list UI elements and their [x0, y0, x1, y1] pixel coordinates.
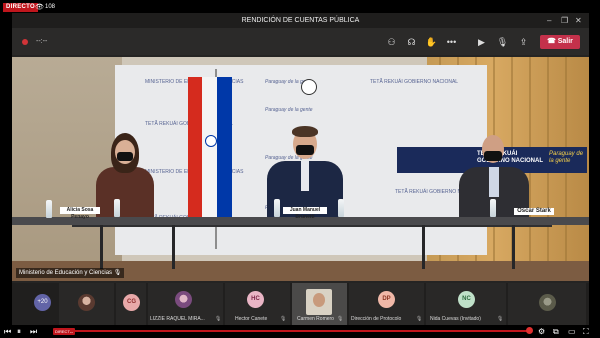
- mic-off-icon[interactable]: 🎙: [496, 36, 509, 48]
- participant-name: LIZZIE RAQUEL MIRA...: [150, 316, 205, 322]
- face-mask: [117, 152, 133, 161]
- face-mask: [484, 151, 502, 161]
- participant-name: Hector Canete: [235, 316, 268, 322]
- more-participants-badge[interactable]: +20: [34, 294, 51, 311]
- camera-off-icon[interactable]: ▶: [475, 36, 488, 48]
- mic-off-icon: 🎙: [416, 316, 423, 322]
- player-controls: ⏮ ⏸ ⏭ DIRECTO ⚙ ⧉ ▭ ⛶: [0, 325, 600, 338]
- water-bottle: [114, 199, 120, 217]
- close-icon[interactable]: ✕: [575, 16, 582, 25]
- nameplate: Oscar Stark: [514, 208, 554, 215]
- avatar: DP: [378, 291, 395, 308]
- miniplayer-icon[interactable]: ⧉: [553, 327, 559, 336]
- next-icon[interactable]: ⏭: [30, 327, 37, 336]
- water-bottle: [490, 199, 496, 217]
- table-leg: [422, 225, 425, 269]
- participant-name: Nida Cuevas (Invitado): [430, 316, 481, 322]
- water-bottle: [46, 200, 52, 218]
- participant-tile[interactable]: LIZZIE RAQUEL MIRA... 🎙: [148, 283, 223, 325]
- leave-button-label: Salir: [557, 38, 573, 45]
- participant-tile[interactable]: NC Nida Cuevas (Invitado) 🎙: [426, 283, 506, 325]
- screen-slogan: Paraguay de la gente: [549, 151, 584, 164]
- participant-tile[interactable]: CG: [116, 283, 146, 325]
- participant-tile[interactable]: HC Hector Canete 🎙: [225, 283, 290, 325]
- leave-button[interactable]: ☎ Salir: [540, 35, 580, 49]
- water-bottle: [274, 199, 280, 217]
- participant-name: Dirección de Protocolo: [351, 316, 402, 322]
- mic-off-icon: 🎙: [113, 270, 122, 276]
- broadcast-top-bar: DIRECTO 👁 108: [0, 0, 600, 14]
- participant-tile[interactable]: Carmen Romero 🎙: [292, 283, 347, 325]
- meeting-window: RENDICIÓN DE CUENTAS PÚBLICA – ❐ ✕ --:--…: [12, 13, 589, 325]
- water-bottle: [338, 199, 344, 217]
- progress-bar[interactable]: [70, 330, 530, 332]
- table-edge: [72, 225, 552, 227]
- mic-off-icon: 🎙: [497, 316, 504, 322]
- avatar: [175, 291, 192, 308]
- reactions-icon[interactable]: ✋: [425, 36, 438, 48]
- viewer-count: 108: [45, 4, 56, 10]
- avatar: CG: [123, 294, 140, 311]
- minimize-icon[interactable]: –: [547, 16, 551, 25]
- video-source-label: Ministerio de Educación y Ciencias 🎙: [16, 268, 125, 278]
- avatar: HC: [247, 291, 264, 308]
- participants-strip: +20 CG LIZZIE RAQUEL MIRA... 🎙 HC Hector…: [12, 283, 589, 325]
- main-video: MINISTERIO DE EDUCACIÓN Y CIENCIAS Parag…: [12, 57, 589, 281]
- avatar: NC: [458, 291, 475, 308]
- mic-off-icon: 🎙: [337, 316, 344, 322]
- participant-tile[interactable]: [59, 283, 114, 325]
- national-seal-icon: [301, 79, 317, 95]
- paraguay-flag: [188, 77, 232, 217]
- nameplate: Alicia Sosa Penayo: [60, 207, 100, 220]
- title-bar: RENDICIÓN DE CUENTAS PÚBLICA – ❐ ✕: [12, 13, 589, 28]
- pause-icon[interactable]: ⏸: [17, 327, 21, 336]
- face-mask: [296, 145, 314, 155]
- participant-tile[interactable]: DP Dirección de Protocolo 🎙: [349, 283, 424, 325]
- recording-icon: [22, 39, 28, 45]
- participants-icon[interactable]: ⚇: [385, 36, 398, 48]
- participant-name: Carmen Romero: [297, 316, 334, 322]
- prev-icon[interactable]: ⏮: [4, 327, 11, 336]
- mic-off-icon: 🎙: [280, 316, 287, 322]
- table-leg: [172, 225, 175, 269]
- shirt: [301, 161, 309, 191]
- window-title: RENDICIÓN DE CUENTAS PÚBLICA: [241, 17, 360, 24]
- avatar: [539, 294, 556, 311]
- participant-tile[interactable]: [508, 283, 586, 325]
- more-icon[interactable]: •••: [445, 36, 458, 48]
- progress-knob[interactable]: [526, 327, 533, 334]
- theater-icon[interactable]: ▭: [568, 327, 576, 336]
- flag-seal-icon: [205, 135, 217, 147]
- fullscreen-icon[interactable]: ⛶: [583, 327, 589, 336]
- source-name: Ministerio de Educación y Ciencias: [19, 270, 113, 276]
- meeting-timer: --:--: [36, 38, 48, 45]
- table-leg: [100, 225, 103, 269]
- live-badge: DIRECTO: [3, 3, 38, 12]
- chat-icon[interactable]: ☊: [405, 36, 418, 48]
- mic-off-icon: 🎙: [215, 316, 222, 322]
- speaker-center-hair: [292, 126, 318, 137]
- nameplate: Juan Manuel Brunetti: [283, 207, 327, 220]
- avatar: [78, 294, 95, 311]
- table-leg: [512, 225, 515, 269]
- restore-icon[interactable]: ❐: [561, 16, 568, 25]
- banner-text: TETÃ REKUÁI GOBIERNO NACIONAL: [370, 79, 459, 85]
- banner-text: Paraguay de la gente: [265, 107, 313, 113]
- eye-icon: 👁: [35, 4, 44, 11]
- settings-icon[interactable]: ⚙: [538, 327, 545, 336]
- participant-face: [313, 293, 325, 307]
- meeting-toolbar: --:-- ⚇ ☊ ✋ ••• ▶ 🎙 ⇪ ☎ Salir: [12, 28, 589, 55]
- shirt: [489, 167, 499, 197]
- share-icon[interactable]: ⇪: [517, 36, 530, 48]
